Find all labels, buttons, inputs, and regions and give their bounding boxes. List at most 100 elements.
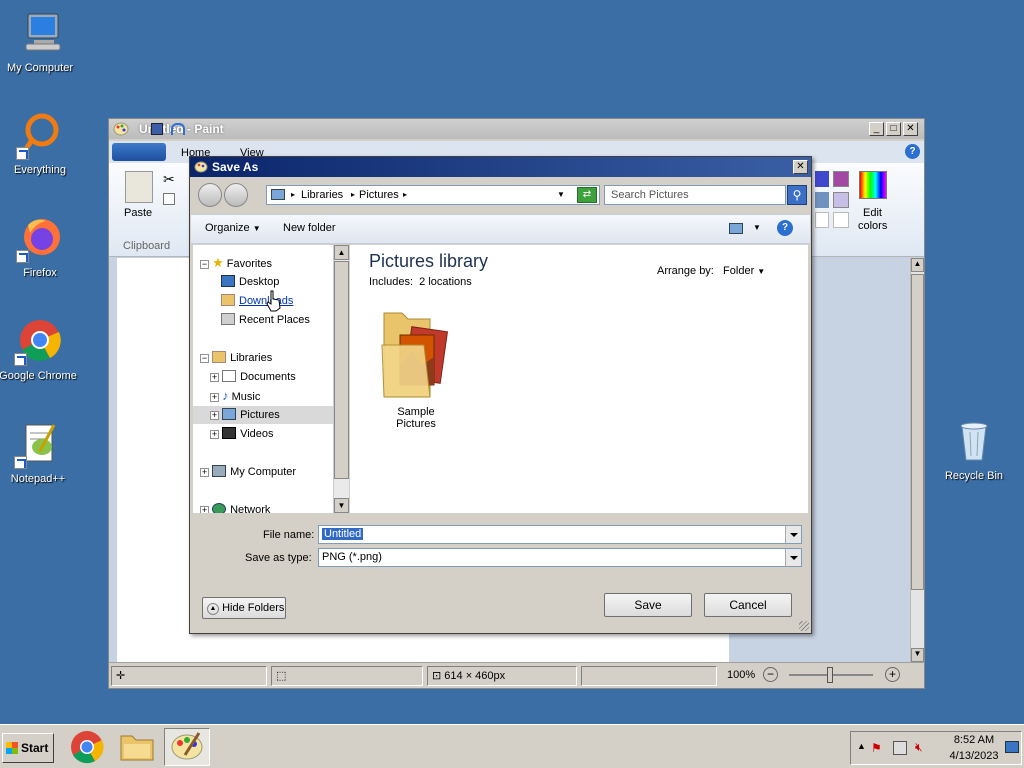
file-list-area[interactable]: Pictures library Includes: 2 locations A… [350, 245, 808, 513]
breadcrumb-libraries[interactable]: Libraries [301, 186, 343, 204]
clock-date[interactable]: 4/13/2023 [943, 750, 1005, 762]
nav-network[interactable]: + Network [200, 501, 270, 513]
undo-icon[interactable] [171, 123, 185, 135]
color-swatch-blue[interactable] [815, 171, 829, 187]
nav-favorites[interactable]: − ★ Favorites [200, 254, 272, 272]
cancel-button[interactable]: Cancel [704, 593, 792, 617]
back-button[interactable] [198, 183, 222, 207]
show-desktop-icon[interactable] [1005, 741, 1019, 753]
zoom-out-button[interactable]: − [763, 667, 778, 682]
nav-libraries[interactable]: − Libraries [200, 349, 272, 367]
color-swatch-empty[interactable] [815, 212, 829, 228]
nav-desktop[interactable]: Desktop [221, 273, 279, 291]
arrange-by[interactable]: Arrange by: Folder ▼ [657, 265, 765, 277]
zoom-slider-thumb[interactable] [827, 667, 833, 683]
action-center-flag-icon[interactable]: ⚑ [871, 741, 885, 755]
nav-recent-places[interactable]: Recent Places [221, 311, 310, 329]
desktop-icon-my-computer[interactable]: My Computer [0, 10, 80, 74]
hide-folders-button[interactable]: ▲ Hide Folders [202, 597, 286, 619]
paint-minimize-button[interactable]: _ [869, 122, 884, 136]
desktop-icon-firefox[interactable]: Firefox [0, 215, 80, 279]
breadcrumb-separator[interactable]: ▸ [351, 186, 355, 204]
folder-sample-pictures[interactable]: Sample Pictures [376, 307, 456, 430]
nav-pictures[interactable]: + Pictures [193, 406, 334, 424]
address-bar[interactable]: ▸ Libraries ▸ Pictures ▸ ▼ [266, 185, 600, 205]
navigation-pane[interactable]: − ★ Favorites Desktop Downloads Recent P… [193, 245, 335, 513]
breadcrumb-separator[interactable]: ▸ [403, 186, 407, 204]
collapse-toggle[interactable]: − [200, 260, 209, 269]
organize-button[interactable]: Organize ▼ [205, 222, 261, 234]
zoom-in-button[interactable]: + [885, 667, 900, 682]
dialog-close-button[interactable]: ✕ [793, 160, 808, 174]
color-swatch-lavender[interactable] [833, 192, 849, 208]
nav-videos[interactable]: + Videos [210, 425, 274, 443]
locations-link[interactable]: 2 locations [419, 276, 472, 288]
taskbar-paint[interactable] [164, 728, 210, 766]
search-button[interactable]: ⚲ [787, 185, 807, 205]
network-status-icon[interactable] [893, 741, 907, 755]
paint-title-bar[interactable]: Untitled - Paint [109, 119, 924, 139]
taskbar-chrome[interactable] [64, 728, 110, 766]
edit-colors-label-line1[interactable]: Edit [863, 207, 882, 219]
save-button[interactable]: Save [604, 593, 692, 617]
taskbar-explorer[interactable] [114, 728, 160, 766]
edit-colors-icon[interactable] [859, 171, 887, 199]
save-type-select[interactable]: PNG (*.png) [318, 548, 802, 567]
start-button[interactable]: Start [2, 733, 54, 763]
edit-colors-label-line2[interactable]: colors [858, 220, 887, 232]
desktop-icon-recycle-bin[interactable]: Recycle Bin [934, 418, 1014, 482]
scroll-up-button[interactable]: ▲ [334, 245, 349, 260]
nav-music[interactable]: + ♪ Music [210, 387, 260, 405]
save-as-dialog[interactable]: Save As ✕ ▸ Libraries ▸ Pictures ▸ ▼ ⇄ S… [189, 156, 812, 634]
desktop-icon-notepad-plus[interactable]: Notepad++ [0, 421, 78, 485]
collapse-toggle[interactable]: − [200, 354, 209, 363]
expand-toggle[interactable]: + [200, 506, 209, 513]
breadcrumb-separator[interactable]: ▸ [291, 186, 295, 204]
color-swatch-lightblue[interactable] [815, 192, 829, 208]
scroll-thumb[interactable] [334, 261, 349, 479]
paint-close-button[interactable]: ✕ [903, 122, 918, 136]
nav-my-computer[interactable]: + My Computer [200, 463, 296, 481]
paint-vertical-scrollbar[interactable]: ▲ ▼ [910, 258, 924, 662]
nav-downloads[interactable]: Downloads [221, 292, 293, 310]
file-name-input[interactable]: Untitled [318, 525, 802, 544]
chevron-down-icon[interactable] [785, 549, 801, 566]
desktop-icon-everything[interactable]: Everything [0, 112, 80, 176]
paint-menu-button[interactable] [112, 143, 166, 161]
expand-toggle[interactable]: + [210, 393, 219, 402]
chevron-down-icon[interactable] [785, 526, 801, 543]
breadcrumb-pictures[interactable]: Pictures [359, 186, 399, 204]
desktop-icon-google-chrome[interactable]: Google Chrome [0, 318, 78, 382]
paste-button-label[interactable]: Paste [124, 207, 152, 219]
new-folder-button[interactable]: New folder [283, 222, 336, 234]
resize-grip-icon[interactable] [799, 621, 809, 631]
view-dropdown-icon[interactable]: ▼ [753, 223, 761, 232]
expand-toggle[interactable]: + [210, 373, 219, 382]
nav-pane-scrollbar[interactable]: ▲ ▼ [333, 245, 349, 513]
copy-icon[interactable] [163, 193, 175, 205]
paint-maximize-button[interactable]: □ [886, 122, 901, 136]
arrange-by-value[interactable]: Folder [723, 265, 754, 277]
address-dropdown-icon[interactable]: ▼ [557, 186, 565, 204]
search-input[interactable]: Search Pictures [604, 185, 786, 205]
show-hidden-icons-button[interactable]: ▲ [857, 741, 866, 751]
save-icon[interactable] [151, 123, 163, 135]
color-swatch-purple[interactable] [833, 171, 849, 187]
forward-button[interactable] [224, 183, 248, 207]
expand-toggle[interactable]: + [210, 411, 219, 420]
dialog-title-bar[interactable]: Save As [190, 157, 811, 177]
paint-app-icon[interactable] [113, 122, 129, 136]
scroll-down-button[interactable]: ▼ [334, 498, 349, 513]
view-options-icon[interactable] [729, 223, 743, 234]
expand-toggle[interactable]: + [210, 430, 219, 439]
expand-toggle[interactable]: + [200, 468, 209, 477]
refresh-button[interactable]: ⇄ [577, 187, 597, 203]
help-icon[interactable]: ? [905, 144, 920, 159]
dialog-help-icon[interactable]: ? [777, 220, 793, 236]
clock-time[interactable]: 8:52 AM [949, 734, 999, 746]
zoom-slider[interactable] [789, 667, 873, 683]
paste-icon[interactable] [125, 171, 153, 203]
color-swatch-empty[interactable] [833, 212, 849, 228]
cut-icon[interactable]: ✂ [163, 171, 175, 188]
volume-muted-icon[interactable]: 🔇︎ [915, 740, 923, 755]
